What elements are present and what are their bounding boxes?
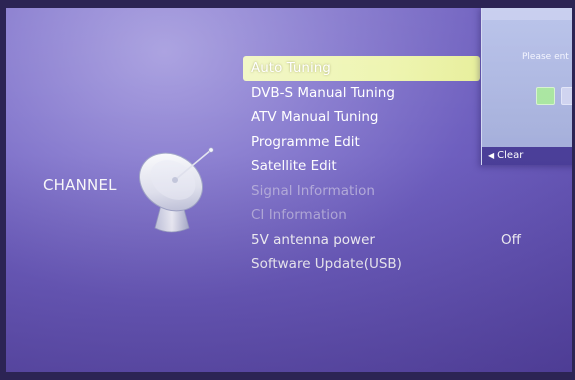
menu-item-label: Programme Edit bbox=[251, 133, 360, 150]
menu-item-label: CI Information bbox=[251, 207, 347, 223]
section-title: CHANNEL bbox=[43, 176, 117, 194]
popup-header bbox=[482, 8, 572, 20]
menu-item-auto-tuning[interactable]: Auto Tuning bbox=[243, 56, 480, 81]
menu-item-label: Satellite Edit bbox=[251, 158, 337, 174]
satellite-dish-icon bbox=[139, 147, 214, 233]
left-arrow-icon: ◀ bbox=[488, 151, 495, 160]
menu-item-label: ATV Manual Tuning bbox=[251, 109, 379, 125]
popup-confirm-button[interactable] bbox=[536, 87, 555, 105]
popup-clear-label: Clear bbox=[497, 150, 524, 161]
menu-item-label: 5V antenna power bbox=[251, 231, 375, 248]
menu-item-signal-information: Signal Information bbox=[243, 179, 572, 204]
tv-screen: CHANNEL Auto Tuning DVB-S Manual Tuning AT… bbox=[6, 8, 572, 372]
input-popup: Please ent ◀ Clear bbox=[481, 8, 572, 165]
popup-prompt: Please ent bbox=[522, 52, 569, 62]
menu-item-ci-information: CI Information bbox=[243, 203, 572, 228]
menu-item-label: Signal Information bbox=[251, 182, 375, 199]
menu-item-label: Auto Tuning bbox=[251, 60, 331, 76]
popup-clear-hint[interactable]: ◀ Clear bbox=[482, 147, 572, 165]
menu-item-label: DVB-S Manual Tuning bbox=[251, 84, 395, 101]
menu-item-software-update-usb[interactable]: Software Update(USB) bbox=[243, 252, 572, 277]
menu-item-label: Software Update(USB) bbox=[251, 256, 402, 272]
menu-item-value: Off bbox=[501, 231, 521, 248]
popup-secondary-button[interactable] bbox=[561, 87, 572, 105]
menu-item-5v-antenna-power[interactable]: 5V antenna power Off bbox=[243, 228, 572, 253]
